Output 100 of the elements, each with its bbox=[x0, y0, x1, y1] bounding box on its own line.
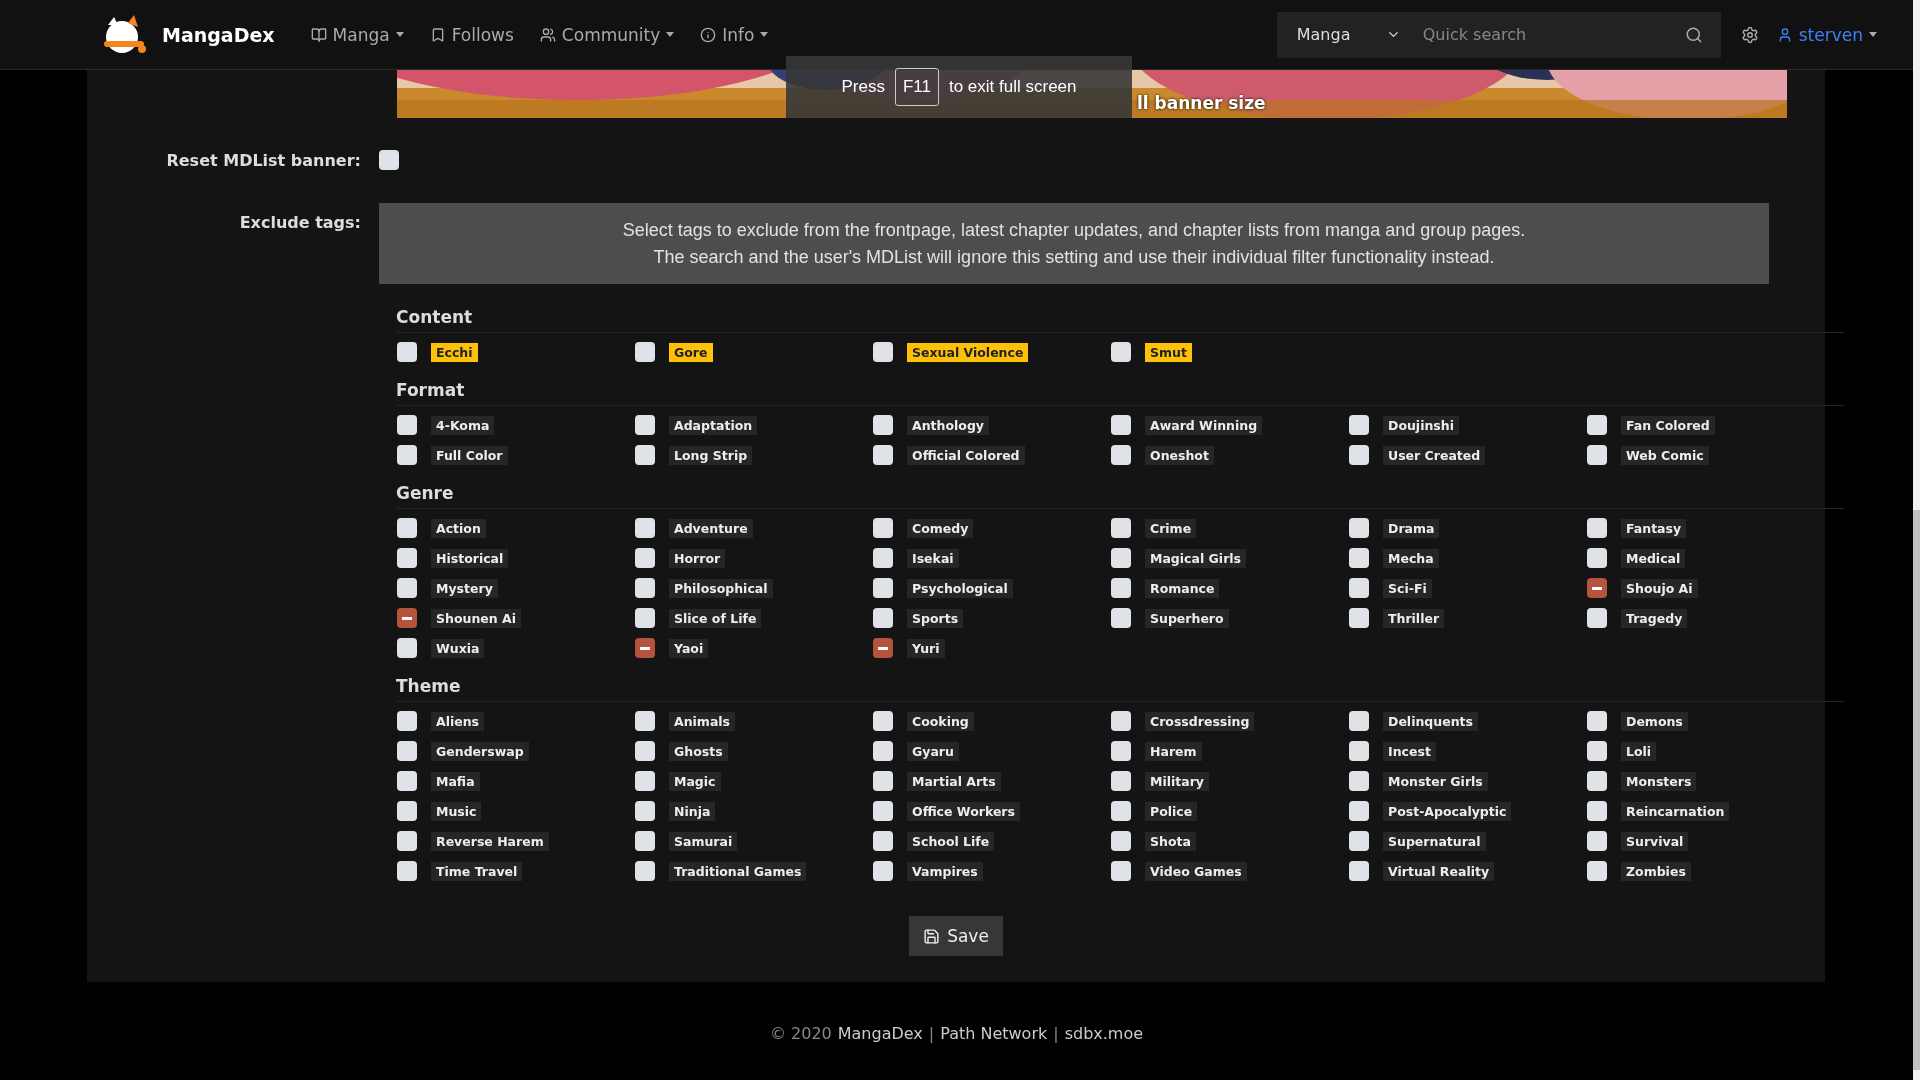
exclude-checkbox[interactable] bbox=[1111, 415, 1131, 435]
tag-label[interactable]: Crime bbox=[1145, 518, 1197, 538]
tag-label[interactable]: Long Strip bbox=[669, 445, 753, 465]
exclude-checkbox[interactable] bbox=[873, 711, 893, 731]
exclude-checkbox[interactable] bbox=[635, 415, 655, 435]
nav-menu-item[interactable]: Manga bbox=[310, 24, 404, 45]
tag-label[interactable]: Incest bbox=[1383, 741, 1436, 761]
exclude-checkbox[interactable] bbox=[635, 741, 655, 761]
exclude-checkbox[interactable] bbox=[1349, 518, 1369, 538]
exclude-checkbox[interactable] bbox=[635, 771, 655, 791]
tag-label[interactable]: Superhero bbox=[1145, 608, 1229, 628]
exclude-checkbox[interactable] bbox=[873, 578, 893, 598]
tag-label[interactable]: Police bbox=[1145, 801, 1198, 821]
exclude-checkbox[interactable] bbox=[1349, 831, 1369, 851]
exclude-checkbox[interactable] bbox=[1587, 608, 1607, 628]
settings-icon[interactable] bbox=[1740, 25, 1759, 44]
tag-label[interactable]: Post-Apocalyptic bbox=[1383, 801, 1512, 821]
tag-label[interactable]: Traditional Games bbox=[669, 861, 807, 881]
exclude-checkbox[interactable] bbox=[635, 831, 655, 851]
tag-label[interactable]: Video Games bbox=[1145, 861, 1247, 881]
exclude-checkbox[interactable] bbox=[397, 711, 417, 731]
exclude-checkbox[interactable] bbox=[397, 578, 417, 598]
tag-label[interactable]: Yuri bbox=[907, 638, 945, 658]
scrollbar[interactable] bbox=[1913, 0, 1920, 1080]
exclude-checkbox[interactable] bbox=[1587, 445, 1607, 465]
exclude-checkbox[interactable] bbox=[873, 771, 893, 791]
tag-label[interactable]: Crossdressing bbox=[1145, 711, 1255, 731]
tag-label[interactable]: Psychological bbox=[907, 578, 1013, 598]
tag-label[interactable]: Ecchi bbox=[431, 342, 478, 362]
exclude-checkbox[interactable] bbox=[1587, 771, 1607, 791]
tag-label[interactable]: Award Winning bbox=[1145, 415, 1263, 435]
exclude-checkbox[interactable] bbox=[1349, 741, 1369, 761]
tag-label[interactable]: Supernatural bbox=[1383, 831, 1486, 851]
exclude-checkbox[interactable] bbox=[635, 518, 655, 538]
exclude-checkbox[interactable] bbox=[397, 342, 417, 362]
tag-label[interactable]: Smut bbox=[1145, 342, 1192, 362]
tag-label[interactable]: Shota bbox=[1145, 831, 1196, 851]
tag-label[interactable]: Anthology bbox=[907, 415, 989, 435]
tag-label[interactable]: Virtual Reality bbox=[1383, 861, 1495, 881]
tag-label[interactable]: Adaptation bbox=[669, 415, 758, 435]
exclude-checkbox[interactable] bbox=[1111, 831, 1131, 851]
exclude-checkbox[interactable] bbox=[1349, 548, 1369, 568]
tag-label[interactable]: Doujinshi bbox=[1383, 415, 1459, 435]
exclude-checkbox[interactable] bbox=[1111, 861, 1131, 881]
tag-label[interactable]: Isekai bbox=[907, 548, 959, 568]
save-button[interactable]: Save bbox=[909, 916, 1003, 956]
exclude-checkbox[interactable] bbox=[1349, 801, 1369, 821]
tag-label[interactable]: Magical Girls bbox=[1145, 548, 1247, 568]
tag-label[interactable]: Shoujo Ai bbox=[1621, 578, 1698, 598]
user-menu[interactable]: sterven bbox=[1776, 24, 1877, 45]
tag-label[interactable]: Historical bbox=[431, 548, 509, 568]
tag-label[interactable]: User Created bbox=[1383, 445, 1486, 465]
footer-link[interactable]: Path Network bbox=[940, 1024, 1048, 1043]
tag-label[interactable]: Web Comic bbox=[1621, 445, 1709, 465]
exclude-checkbox[interactable] bbox=[1111, 518, 1131, 538]
banner-link[interactable]: ll banner size bbox=[1137, 93, 1266, 113]
tag-label[interactable]: Gyaru bbox=[907, 741, 959, 761]
exclude-checkbox[interactable] bbox=[397, 771, 417, 791]
exclude-checkbox[interactable] bbox=[635, 801, 655, 821]
tag-label[interactable]: Oneshot bbox=[1145, 445, 1214, 465]
tag-label[interactable]: Magic bbox=[669, 771, 721, 791]
tag-label[interactable]: Monster Girls bbox=[1383, 771, 1488, 791]
tag-label[interactable]: Romance bbox=[1145, 578, 1220, 598]
tag-label[interactable]: Reincarnation bbox=[1621, 801, 1730, 821]
tag-label[interactable]: Demons bbox=[1621, 711, 1688, 731]
exclude-checkbox[interactable] bbox=[873, 342, 893, 362]
tag-label[interactable]: Military bbox=[1145, 771, 1210, 791]
exclude-checkbox[interactable] bbox=[1111, 711, 1131, 731]
exclude-checkbox[interactable] bbox=[635, 445, 655, 465]
exclude-checkbox[interactable] bbox=[1111, 771, 1131, 791]
exclude-checkbox[interactable] bbox=[635, 342, 655, 362]
exclude-checkbox[interactable] bbox=[397, 801, 417, 821]
exclude-checkbox[interactable] bbox=[397, 741, 417, 761]
tag-label[interactable]: Reverse Harem bbox=[431, 831, 549, 851]
exclude-checkbox[interactable] bbox=[635, 638, 655, 658]
tag-label[interactable]: Medical bbox=[1621, 548, 1686, 568]
tag-label[interactable]: Comedy bbox=[907, 518, 974, 538]
exclude-checkbox[interactable] bbox=[1111, 741, 1131, 761]
exclude-checkbox[interactable] bbox=[1111, 578, 1131, 598]
tag-label[interactable]: Thriller bbox=[1383, 608, 1445, 628]
tag-label[interactable]: Mecha bbox=[1383, 548, 1439, 568]
tag-label[interactable]: Harem bbox=[1145, 741, 1202, 761]
tag-label[interactable]: Samurai bbox=[669, 831, 738, 851]
exclude-checkbox[interactable] bbox=[873, 861, 893, 881]
exclude-checkbox[interactable] bbox=[397, 608, 417, 628]
exclude-checkbox[interactable] bbox=[873, 608, 893, 628]
exclude-checkbox[interactable] bbox=[1111, 608, 1131, 628]
tag-label[interactable]: Drama bbox=[1383, 518, 1440, 538]
tag-label[interactable]: Full Color bbox=[431, 445, 508, 465]
exclude-checkbox[interactable] bbox=[397, 861, 417, 881]
tag-label[interactable]: Sexual Violence bbox=[907, 342, 1029, 362]
exclude-checkbox[interactable] bbox=[1587, 548, 1607, 568]
exclude-checkbox[interactable] bbox=[1587, 741, 1607, 761]
exclude-checkbox[interactable] bbox=[873, 518, 893, 538]
tag-label[interactable]: Slice of Life bbox=[669, 608, 762, 628]
exclude-checkbox[interactable] bbox=[397, 638, 417, 658]
tag-label[interactable]: Adventure bbox=[669, 518, 753, 538]
tag-label[interactable]: Loli bbox=[1621, 741, 1657, 761]
tag-label[interactable]: Action bbox=[431, 518, 486, 538]
exclude-checkbox[interactable] bbox=[873, 415, 893, 435]
